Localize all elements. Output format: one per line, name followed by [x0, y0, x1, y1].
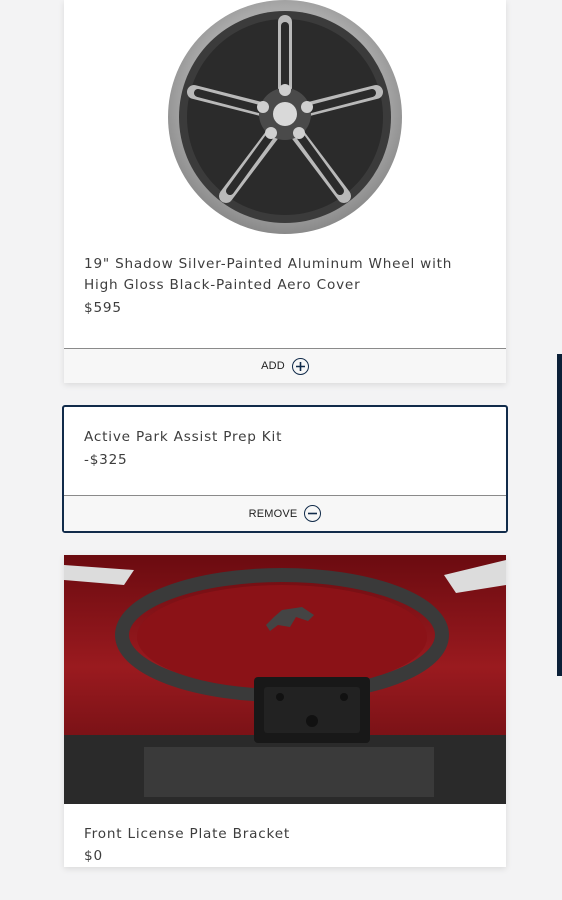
add-label: ADD	[261, 360, 285, 372]
product-card-license-bracket: Front License Plate Bracket $0	[64, 555, 506, 867]
add-button[interactable]: ADD	[64, 348, 506, 383]
product-title: Front License Plate Bracket	[84, 826, 290, 842]
product-price: $595	[84, 300, 122, 316]
minus-circle-icon	[304, 505, 322, 522]
product-title: Active Park Assist Prep Kit	[84, 429, 283, 445]
product-card-wheel: 19" Shadow Silver-Painted Aluminum Wheel…	[64, 0, 506, 383]
product-card-park-assist: Active Park Assist Prep Kit -$325 REMOVE	[62, 405, 508, 533]
scroll-indicator[interactable]	[557, 354, 562, 676]
plus-circle-icon	[291, 357, 309, 375]
remove-label: REMOVE	[248, 507, 298, 520]
product-title: 19" Shadow Silver-Painted Aluminum Wheel…	[84, 256, 453, 293]
wheel-image	[64, 0, 506, 240]
remove-button[interactable]: REMOVE	[64, 495, 506, 531]
front-bumper-image	[64, 555, 506, 804]
product-price: -$325	[84, 452, 128, 468]
product-price: $0	[84, 848, 103, 864]
